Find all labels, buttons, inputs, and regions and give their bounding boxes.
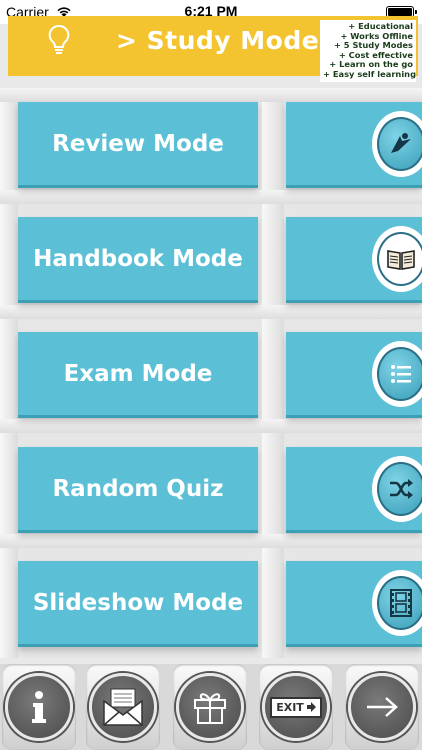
arrow-right-icon xyxy=(348,673,416,741)
slideshow-mode-icon-button[interactable] xyxy=(286,561,422,647)
bottom-toolbar: EXIT xyxy=(0,664,422,750)
frame-divider xyxy=(0,88,18,658)
gift-button[interactable] xyxy=(173,664,247,750)
random-quiz-button[interactable]: Random Quiz xyxy=(18,447,258,533)
exit-icon: EXIT xyxy=(262,673,330,741)
icon-badge xyxy=(372,111,422,177)
book-icon xyxy=(377,232,422,286)
feature-item: + Easy self learning xyxy=(323,68,417,79)
exam-mode-button[interactable]: Exam Mode xyxy=(18,332,258,418)
icon-badge xyxy=(372,570,422,636)
exam-mode-icon-button[interactable] xyxy=(286,332,422,418)
lightbulb-icon xyxy=(48,24,70,62)
gift-icon xyxy=(176,673,244,741)
review-mode-button[interactable]: Review Mode xyxy=(18,102,258,188)
features-list: + Educational + Works Offline + 5 Study … xyxy=(320,20,416,82)
icon-badge xyxy=(372,456,422,522)
random-quiz-label: Random Quiz xyxy=(52,475,224,502)
film-icon xyxy=(377,576,422,630)
review-mode-icon-button[interactable] xyxy=(286,102,422,188)
exit-label: EXIT xyxy=(276,700,304,714)
handbook-mode-button[interactable]: Handbook Mode xyxy=(18,217,258,303)
mail-button[interactable] xyxy=(86,664,160,750)
review-mode-label: Review Mode xyxy=(52,130,224,157)
list-icon xyxy=(377,347,422,401)
next-button[interactable] xyxy=(345,664,419,750)
page-title: > Study Modes xyxy=(116,26,335,55)
info-icon xyxy=(5,673,73,741)
slideshow-mode-label: Slideshow Mode xyxy=(32,589,244,616)
handbook-mode-label: Handbook Mode xyxy=(33,245,243,272)
handbook-mode-icon-button[interactable] xyxy=(286,217,422,303)
info-button[interactable] xyxy=(2,664,76,750)
frame-divider xyxy=(0,190,422,204)
frame-divider xyxy=(0,88,422,102)
exam-mode-label: Exam Mode xyxy=(63,360,213,387)
mail-icon xyxy=(89,673,157,741)
frame-divider xyxy=(262,88,284,658)
review-icon xyxy=(377,117,422,171)
frame-divider xyxy=(0,534,422,548)
random-quiz-icon-button[interactable] xyxy=(286,447,422,533)
exit-button[interactable]: EXIT xyxy=(259,664,333,750)
icon-badge xyxy=(372,226,422,292)
slideshow-mode-button[interactable]: Slideshow Mode xyxy=(18,561,258,647)
shuffle-icon xyxy=(377,462,422,516)
frame-divider xyxy=(0,305,422,319)
header-banner: > Study Modes + Educational + Works Offl… xyxy=(8,16,418,82)
modes-grid: Review Mode Handbook Mode Exam Mode Rand… xyxy=(0,88,422,658)
frame-divider xyxy=(0,419,422,433)
icon-badge xyxy=(372,341,422,407)
